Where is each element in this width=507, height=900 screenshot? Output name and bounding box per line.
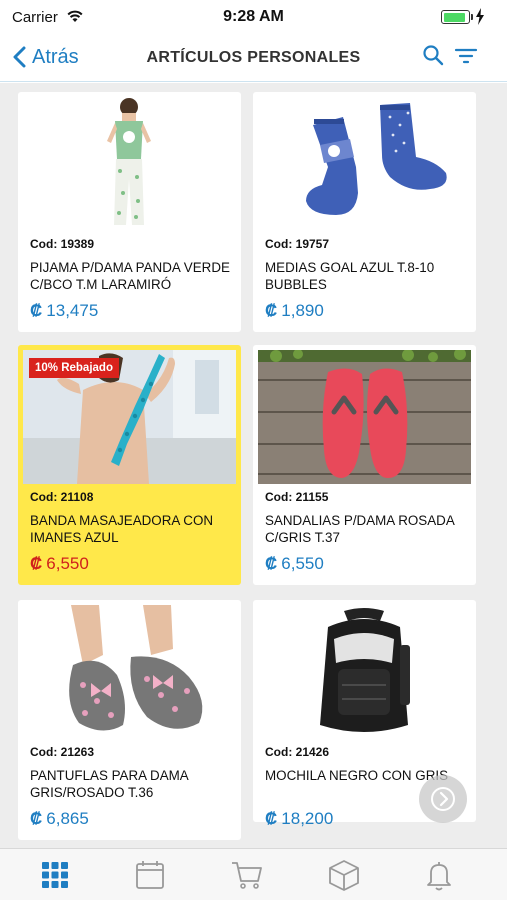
currency-symbol: ₡ [30, 809, 43, 828]
back-label: Atrás [32, 45, 79, 68]
price-value: 6,550 [281, 554, 324, 573]
tab-notifications[interactable] [421, 857, 457, 893]
back-button[interactable]: Atrás [12, 40, 79, 74]
tab-cart[interactable] [229, 857, 265, 893]
product-code: Cod: 21108 [30, 490, 94, 504]
currency-symbol: ₡ [265, 554, 278, 573]
product-price: ₡ 13,475 [30, 301, 98, 321]
product-title: PANTUFLAS PARA DAMA GRIS/ROSADO T.36 [30, 768, 188, 800]
product-card[interactable]: Cod: 21155 SANDALIAS P/DAMA ROSADA C/GRI… [253, 345, 476, 585]
grid-icon [42, 862, 68, 888]
tab-bar [0, 848, 507, 900]
product-image-socks [258, 97, 471, 231]
product-price: ₡ 6,865 [30, 809, 89, 829]
product-code: Cod: 21155 [265, 490, 329, 504]
discount-badge: 10% Rebajado [29, 358, 119, 378]
currency-symbol: ₡ [30, 554, 43, 573]
battery-icon [441, 10, 470, 24]
product-price: ₡ 6,550 [265, 554, 324, 574]
price-value: 1,890 [281, 301, 324, 320]
product-title: SANDALIAS P/DAMA ROSADA C/GRIS T.37 [265, 513, 455, 545]
cart-icon [232, 862, 262, 889]
next-page-button[interactable] [419, 775, 467, 823]
price-value: 6,550 [46, 554, 89, 573]
search-icon[interactable] [422, 44, 444, 66]
product-title: MEDIAS GOAL AZUL T.8-10 BUBBLES [265, 260, 435, 292]
product-image-sandals [258, 350, 471, 484]
chevron-right-icon [431, 787, 455, 811]
price-value: 13,475 [46, 301, 99, 320]
product-card[interactable]: Cod: 19389 PIJAMA P/DAMA PANDA VERDE C/B… [18, 92, 241, 332]
product-price: ₡ 6,550 [30, 554, 89, 574]
product-title: BANDA MASAJEADORA CON IMANES AZUL [30, 513, 214, 545]
product-image-backpack [258, 605, 471, 739]
tab-orders[interactable] [326, 857, 362, 893]
battery-cap [471, 14, 473, 20]
page-title: ARTÍCULOS PERSONALES [146, 49, 361, 66]
product-code: Cod: 19389 [30, 237, 95, 251]
navigation-bar: Atrás ARTÍCULOS PERSONALES [0, 34, 507, 82]
status-bar: Carrier 9:28 AM [0, 0, 507, 34]
box-icon [329, 860, 359, 891]
product-price: ₡ 18,200 [265, 809, 333, 829]
chevron-left-icon [13, 46, 26, 68]
product-card[interactable]: Cod: 19757 MEDIAS GOAL AZUL T.8-10 BUBBL… [253, 92, 476, 332]
currency-symbol: ₡ [265, 301, 278, 320]
price-value: 18,200 [281, 809, 334, 828]
product-code: Cod: 21263 [30, 745, 95, 759]
product-card[interactable]: Cod: 21263 PANTUFLAS PARA DAMA GRIS/ROSA… [18, 600, 241, 840]
clock: 9:28 AM [223, 8, 284, 25]
tab-calendar[interactable] [132, 857, 168, 893]
bell-icon [427, 862, 451, 891]
tab-catalog[interactable] [37, 857, 73, 893]
product-code: Cod: 21426 [265, 745, 330, 759]
product-image-slippers [23, 605, 236, 739]
product-card-on-sale[interactable]: 10% Rebajado Cod: 21108 BANDA MASAJEADOR… [18, 345, 241, 585]
currency-symbol: ₡ [265, 809, 278, 828]
currency-symbol: ₡ [30, 301, 43, 320]
filter-icon[interactable] [454, 46, 478, 66]
product-title: PIJAMA P/DAMA PANDA VERDE C/BCO T.M LARA… [30, 260, 230, 292]
product-grid: Cod: 19389 PIJAMA P/DAMA PANDA VERDE C/B… [0, 83, 507, 848]
price-value: 6,865 [46, 809, 89, 828]
product-code: Cod: 19757 [265, 237, 330, 251]
product-price: ₡ 1,890 [265, 301, 324, 321]
calendar-icon [136, 861, 164, 889]
charging-icon [476, 8, 484, 25]
product-image-pajama [23, 97, 236, 231]
